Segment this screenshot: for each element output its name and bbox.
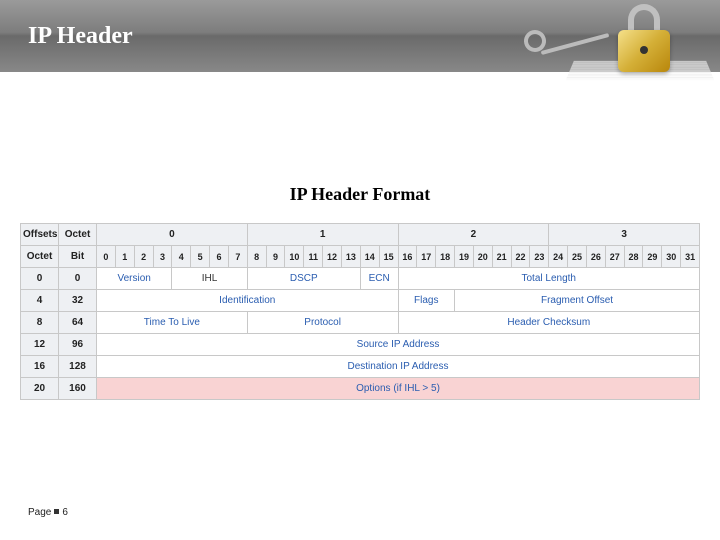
bit-header-28: 28: [624, 246, 643, 268]
bit-header-27: 27: [605, 246, 624, 268]
bit-header-18: 18: [436, 246, 455, 268]
field-8-2: Header Checksum: [398, 312, 700, 334]
octet-header-3: 3: [549, 224, 700, 246]
row-3-bit: 96: [59, 334, 97, 356]
bit-header-6: 6: [210, 246, 229, 268]
field-4-1: Flags: [398, 290, 455, 312]
title-bar: IP Header: [0, 0, 720, 72]
bit-header-5: 5: [191, 246, 210, 268]
bit-header-23: 23: [530, 246, 549, 268]
row-1-bit: 32: [59, 290, 97, 312]
bit-header-20: 20: [473, 246, 492, 268]
row-2-bit: 64: [59, 312, 97, 334]
header-bit: Bit: [59, 246, 97, 268]
field-12-0: Source IP Address: [97, 334, 700, 356]
bit-header-21: 21: [492, 246, 511, 268]
bit-header-19: 19: [455, 246, 474, 268]
page-label: Page: [28, 507, 51, 518]
bit-header-22: 22: [511, 246, 530, 268]
field-8-0: Time To Live: [97, 312, 248, 334]
bit-header-10: 10: [285, 246, 304, 268]
field-0-1: IHL: [172, 268, 247, 290]
content-area: IP Header Format OffsetsOctet0123OctetBi…: [0, 72, 720, 400]
bit-header-13: 13: [341, 246, 360, 268]
subtitle: IP Header Format: [10, 184, 710, 205]
square-separator-icon: [54, 509, 59, 514]
bit-header-14: 14: [360, 246, 379, 268]
octet-header-0: 0: [97, 224, 248, 246]
bit-header-17: 17: [417, 246, 436, 268]
bit-header-24: 24: [549, 246, 568, 268]
row-0-octet: 0: [21, 268, 59, 290]
bit-header-16: 16: [398, 246, 417, 268]
row-5-bit: 160: [59, 378, 97, 400]
field-8-1: Protocol: [247, 312, 398, 334]
row-3-octet: 12: [21, 334, 59, 356]
field-0-0: Version: [97, 268, 172, 290]
row-4-octet: 16: [21, 356, 59, 378]
field-0-2: DSCP: [247, 268, 360, 290]
field-0-4: Total Length: [398, 268, 700, 290]
bit-header-9: 9: [266, 246, 285, 268]
bit-header-30: 30: [662, 246, 681, 268]
lock-keyhole-icon: [640, 46, 648, 54]
field-4-2: Fragment Offset: [455, 290, 700, 312]
page-number: 6: [62, 507, 68, 518]
header-decor: [520, 0, 720, 90]
header-octet: Octet: [59, 224, 97, 246]
row-4-bit: 128: [59, 356, 97, 378]
row-0-bit: 0: [59, 268, 97, 290]
bit-header-0: 0: [97, 246, 116, 268]
page-title: IP Header: [28, 23, 133, 50]
field-16-0: Destination IP Address: [97, 356, 700, 378]
bit-header-3: 3: [153, 246, 172, 268]
bit-header-26: 26: [586, 246, 605, 268]
octet-header-1: 1: [247, 224, 398, 246]
field-0-3: ECN: [360, 268, 398, 290]
footer: Page 6: [28, 507, 68, 518]
bit-header-11: 11: [304, 246, 323, 268]
key-shaft-icon: [541, 33, 610, 55]
bit-header-8: 8: [247, 246, 266, 268]
bit-header-7: 7: [228, 246, 247, 268]
header-offsets: Offsets: [21, 224, 59, 246]
bit-header-4: 4: [172, 246, 191, 268]
bit-header-1: 1: [115, 246, 134, 268]
row-2-octet: 8: [21, 312, 59, 334]
field-4-0: Identification: [97, 290, 399, 312]
bit-header-2: 2: [134, 246, 153, 268]
bit-header-15: 15: [379, 246, 398, 268]
row-5-octet: 20: [21, 378, 59, 400]
ip-header-table: OffsetsOctet0123OctetBit0123456789101112…: [20, 223, 700, 400]
field-20-0: Options (if IHL > 5): [97, 378, 700, 400]
bit-header-25: 25: [568, 246, 587, 268]
bit-header-31: 31: [681, 246, 700, 268]
row-1-octet: 4: [21, 290, 59, 312]
bit-header-29: 29: [643, 246, 662, 268]
header-octet-2: Octet: [21, 246, 59, 268]
bit-header-12: 12: [323, 246, 342, 268]
octet-header-2: 2: [398, 224, 549, 246]
